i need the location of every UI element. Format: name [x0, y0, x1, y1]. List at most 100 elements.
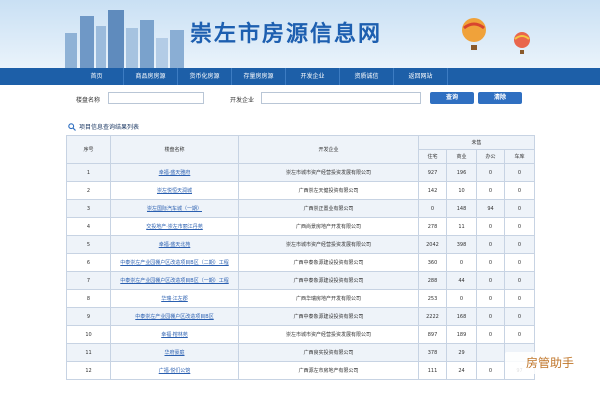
magnifier-icon	[68, 122, 76, 131]
developer-cell: 广西中泰象源建设投资有限公司	[238, 271, 419, 290]
commercial-count: 168	[446, 307, 477, 326]
house-count: 288	[418, 271, 447, 290]
house-count: 0	[418, 199, 447, 218]
table-row: 5 幸福·盛天北苑 崇左市城市资产经营投资发展有限公司 2042 398 0 0	[66, 235, 536, 254]
office-count: 0	[476, 163, 505, 182]
query-button[interactable]: 查询	[430, 92, 474, 104]
row-no: 8	[66, 289, 111, 308]
garage-count: 0	[503, 325, 536, 344]
table-row: 10 幸福·榕林苑 崇左市城市资产经营投资发展有限公司 897 189 0 0	[66, 325, 536, 344]
house-count: 378	[418, 343, 447, 362]
commercial-count: 148	[446, 199, 477, 218]
section-title: 项目信息查询结果列表	[68, 122, 139, 131]
project-name-label: 楼盘名称	[76, 97, 101, 104]
row-no: 2	[66, 181, 111, 200]
project-name-link[interactable]: 交投地产·崇左市丽江丹苑	[146, 224, 203, 230]
nav-qualification[interactable]: 资质诚信	[340, 68, 394, 85]
row-no: 1	[66, 163, 111, 182]
project-name-cell: 崇左悦恒天润城	[110, 181, 239, 200]
commercial-count: 44	[446, 271, 477, 290]
commercial-count: 0	[446, 253, 477, 272]
clear-button[interactable]: 清除	[478, 92, 522, 104]
project-name-link[interactable]: 中泰崇左产业园棚户区改造项目B区（二期）工程	[120, 260, 228, 266]
header-no: 序号	[66, 135, 111, 164]
nav-developers[interactable]: 开发企业	[286, 68, 340, 85]
commercial-count: 398	[446, 235, 477, 254]
project-name-cell: 幸福·盛天北苑	[110, 235, 239, 254]
house-count: 2042	[418, 235, 447, 254]
developer-cell: 广西中泰象源建设投资有限公司	[238, 253, 419, 272]
city-skyline-image	[65, 10, 184, 68]
developer-label: 开发企业	[230, 97, 255, 104]
office-count: 0	[476, 271, 505, 290]
nav-home[interactable]: 首页	[70, 68, 124, 85]
garage-count: 0	[503, 217, 536, 236]
office-count: 0	[476, 307, 505, 326]
project-name-link[interactable]: 崇左国际汽车城（一期）	[147, 206, 202, 212]
developer-cell: 广西中泰象源建设投资有限公司	[238, 307, 419, 326]
site-title: 崇左市房源信息网	[190, 21, 383, 47]
nav-return-site[interactable]: 返回网站	[394, 68, 448, 85]
small-balloon-icon	[514, 32, 530, 54]
table-row: 3 崇左国际汽车城（一期） 广西崇正置业有限公司 0 148 94 0	[66, 199, 536, 218]
house-count: 278	[418, 217, 447, 236]
table-row: 9 中泰崇左产业园棚户区改造项目B区 广西中泰象源建设投资有限公司 2222 168 0 0	[66, 307, 536, 326]
table-row: 4 交投地产·崇左市丽江丹苑 广西尚景房地产开发有限公司 278 11 0 0	[66, 217, 536, 236]
project-name-cell: 广福·悦们公馆	[110, 361, 239, 380]
nav-monetized-housing[interactable]: 货币化房源	[178, 68, 232, 85]
table-row: 6 中泰崇左产业园棚户区改造项目B区（二期）工程 广西中泰象源建设投资有限公司 360…	[66, 253, 536, 272]
project-name-link[interactable]: 中泰崇左产业园棚户区改造项目B区	[135, 314, 213, 320]
project-name-cell: 交投地产·崇左市丽江丹苑	[110, 217, 239, 236]
project-name-link[interactable]: 华瑞·江左郡	[161, 296, 188, 302]
commercial-count: 24	[446, 361, 477, 380]
developer-cell: 广西崇左天健投资有限公司	[238, 181, 419, 200]
table-body: 1 幸福·盛天雅府 崇左市城市资产经营投资发展有限公司 927 196 0 0 2 崇左悦恒天润…	[66, 163, 536, 380]
table-row: 8 华瑞·江左郡 广西华瑞房地产开发有限公司 253 0 0 0	[66, 289, 536, 308]
commercial-count: 29	[446, 343, 477, 362]
project-name-link[interactable]: 中泰崇左产业园棚户区改造项目B区（一期）工程	[120, 278, 228, 284]
project-name-cell: 华府豪庭	[110, 343, 239, 362]
office-count: 0	[476, 253, 505, 272]
project-name-cell: 中泰崇左产业园棚户区改造项目B区	[110, 307, 239, 326]
header-commercial: 商业	[446, 149, 477, 164]
office-count: 0	[476, 217, 505, 236]
garage-count: 0	[503, 199, 536, 218]
office-count: 0	[476, 235, 505, 254]
header-garage: 车库	[503, 149, 536, 164]
main-nav: 首页 商品房房源 货币化房源 存量房房源 开发企业 资质诚信 返回网站	[0, 68, 600, 85]
garage-count: 0	[503, 163, 536, 182]
developer-cell: 崇左市城市资产经营投资发展有限公司	[238, 235, 419, 254]
developer-cell: 广西尚景房地产开发有限公司	[238, 217, 419, 236]
nav-existing-housing[interactable]: 存量房房源	[232, 68, 286, 85]
project-name-input[interactable]	[108, 92, 204, 104]
garage-count: 0	[503, 289, 536, 308]
office-count: 0	[476, 361, 505, 380]
hot-air-balloon-icon	[462, 18, 486, 50]
garage-count: 0	[503, 253, 536, 272]
project-name-link[interactable]: 崇左悦恒天润城	[157, 188, 192, 194]
project-name-cell: 幸福·盛天雅府	[110, 163, 239, 182]
project-name-link[interactable]: 幸福·盛天雅府	[159, 170, 191, 176]
table-row: 2 崇左悦恒天润城 广西崇左天健投资有限公司 142 10 0 0	[66, 181, 536, 200]
project-name-cell: 华瑞·江左郡	[110, 289, 239, 308]
nav-commercial-housing[interactable]: 商品房房源	[124, 68, 178, 85]
project-name-link[interactable]: 幸福·盛天北苑	[159, 242, 191, 248]
house-count: 2222	[418, 307, 447, 326]
table-row: 7 中泰崇左产业园棚户区改造项目B区（一期）工程 广西中泰象源建设投资有限公司 288…	[66, 271, 536, 290]
office-count: 0	[476, 181, 505, 200]
project-name-link[interactable]: 广福·悦们公馆	[159, 368, 191, 374]
developer-input[interactable]	[261, 92, 421, 104]
project-name-link[interactable]: 华府豪庭	[164, 350, 184, 356]
garage-count: 0	[503, 307, 536, 326]
developer-cell: 广西崇正置业有限公司	[238, 199, 419, 218]
office-count: 94	[476, 199, 505, 218]
project-table: 序号 楼盘名称 开发企业 未售 住宅 商业 办公 车库 1 幸福·盛天雅府 崇左市城…	[66, 135, 536, 380]
row-no: 9	[66, 307, 111, 326]
project-name-link[interactable]: 幸福·榕林苑	[161, 332, 188, 338]
row-no: 3	[66, 199, 111, 218]
table-row: 1 幸福·盛天雅府 崇左市城市资产经营投资发展有限公司 927 196 0 0	[66, 163, 536, 182]
project-name-cell: 崇左国际汽车城（一期）	[110, 199, 239, 218]
search-bar: 楼盘名称 开发企业 查询 清除	[0, 85, 600, 113]
row-no: 10	[66, 325, 111, 344]
header-name: 楼盘名称	[110, 135, 239, 164]
